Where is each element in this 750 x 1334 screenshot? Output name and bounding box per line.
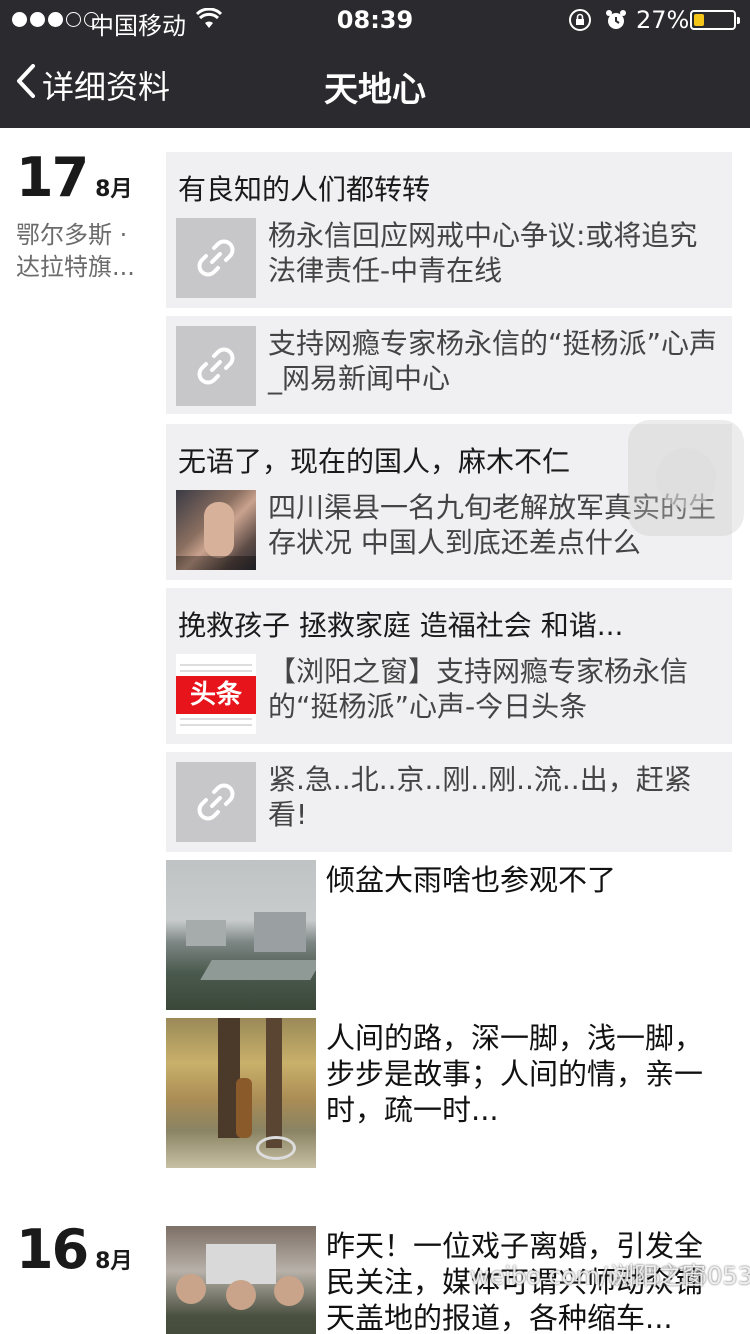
alarm-icon xyxy=(604,8,628,38)
shared-link[interactable]: 杨永信回应网戒中心争议:或将追究法律责任-中青在线 xyxy=(176,218,724,298)
post-photo[interactable] xyxy=(166,1226,316,1334)
navigation-bar: 详细资料 天地心 xyxy=(0,40,750,128)
location-label: 鄂尔多斯 · 达拉特旗... xyxy=(16,221,135,281)
shared-link[interactable]: 支持网瘾专家杨永信的“挺杨派”心声_网易新闻中心 xyxy=(176,326,724,406)
photo-post[interactable]: 人间的路，深一脚，浅一脚，步步是故事；人间的情，亲一时，疏一时... xyxy=(166,1018,726,1168)
link-title: 支持网瘾专家杨永信的“挺杨派”心声_网易新闻中心 xyxy=(268,327,718,395)
status-bar: 中国移动 08:39 27% xyxy=(0,0,750,40)
shared-link[interactable]: 头条 【浏阳之窗】支持网瘾专家杨永信的“挺杨派”心声-今日头条 xyxy=(176,654,724,734)
post-photo[interactable] xyxy=(166,1018,316,1168)
assistive-touch-button[interactable] xyxy=(628,420,744,536)
toutiao-logo: 头条 xyxy=(176,654,256,734)
link-icon xyxy=(176,218,256,298)
link-icon xyxy=(176,762,256,842)
battery-percent: 27% xyxy=(636,6,690,34)
date-month: 8月 xyxy=(95,1249,133,1274)
top-bar: 中国移动 08:39 27% 详细资料 天地心 xyxy=(0,0,750,128)
moment-card[interactable]: 支持网瘾专家杨永信的“挺杨派”心声_网易新闻中心 xyxy=(166,316,732,414)
date-header: 16 8月 xyxy=(16,1218,132,1281)
link-title: 紧.急..北..京..刚..刚..流..出，赶紧看! xyxy=(268,763,692,831)
post-text: 倾盆大雨啥也参观不了 xyxy=(326,863,617,897)
post-photo[interactable] xyxy=(166,860,316,1010)
moment-card[interactable]: 紧.急..北..京..刚..刚..流..出，赶紧看! xyxy=(166,752,732,852)
toutiao-logo-text: 头条 xyxy=(176,676,256,714)
watermark-brand: 浏阳之窗 xyxy=(610,1262,706,1290)
page-title: 天地心 xyxy=(324,70,426,110)
date-day: 17 xyxy=(16,146,89,209)
link-title: 【浏阳之窗】支持网瘾专家杨永信的“挺杨派”心声-今日头条 xyxy=(268,655,689,723)
rotation-lock-icon xyxy=(568,8,592,38)
date-month: 8月 xyxy=(95,177,133,202)
post-text: 人间的路，深一脚，浅一脚，步步是故事；人间的情，亲一时，疏一时... xyxy=(326,1021,704,1127)
link-thumbnail-photo xyxy=(176,490,256,570)
battery-icon xyxy=(690,10,740,30)
photo-post[interactable]: 倾盆大雨啥也参观不了 xyxy=(166,860,726,1010)
link-title: 杨永信回应网戒中心争议:或将追究法律责任-中青在线 xyxy=(268,219,698,287)
moment-card[interactable]: 有良知的人们都转转 杨永信回应网戒中心争议:或将追究法律责任-中青在线 xyxy=(166,152,732,308)
date-day: 16 xyxy=(16,1218,89,1281)
post-text: 挽救孩子 拯救家庭 造福社会 和谐... xyxy=(178,609,624,642)
shared-link[interactable]: 紧.急..北..京..刚..刚..流..出，赶紧看! xyxy=(176,762,724,842)
date-header: 17 8月 鄂尔多斯 · 达拉特旗... xyxy=(16,146,156,283)
link-icon xyxy=(176,326,256,406)
post-text: 有良知的人们都转转 xyxy=(178,173,431,206)
moment-card[interactable]: 挽救孩子 拯救家庭 造福社会 和谐... 头条 【浏阳之窗】支持网瘾专家杨永信的… xyxy=(166,588,732,744)
